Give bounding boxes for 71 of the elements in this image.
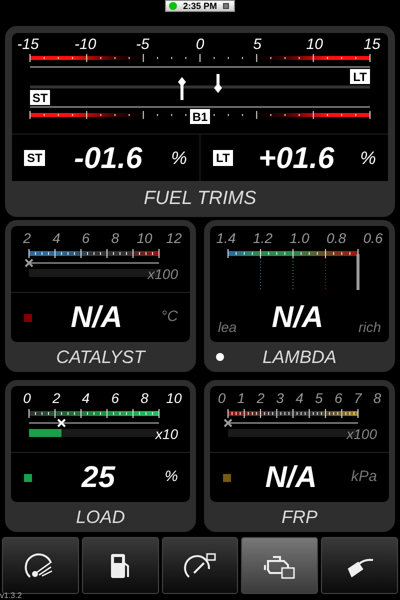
unit-label: °C: [161, 307, 178, 328]
scale-label: 5: [252, 36, 262, 54]
scale-label: 6: [80, 230, 91, 246]
lt-tag: LT: [350, 69, 370, 84]
scale-label: 12: [165, 230, 183, 246]
unit-label: %: [170, 146, 187, 170]
value-text: N/A: [270, 300, 324, 336]
scale-label: 8: [110, 230, 120, 246]
status-time: 2:35 PM: [183, 1, 218, 11]
scale-label: 4: [80, 390, 91, 406]
square-icon: [223, 3, 230, 9]
scale-label: 6: [110, 390, 120, 406]
nav-tab[interactable]: [162, 537, 238, 594]
scale-label: 15: [362, 36, 382, 54]
rich-label: rich: [358, 318, 381, 337]
st-tag: ST: [30, 90, 50, 105]
scale-label: 2: [51, 390, 62, 406]
scale-label: 10: [136, 230, 154, 246]
marker-icon: [24, 258, 34, 268]
version-label: v1.3.2: [0, 591, 22, 600]
reading-value: -01.6: [72, 140, 144, 176]
value-text: 25: [80, 460, 116, 496]
scale-label: 0: [22, 390, 32, 406]
value-text: N/A: [264, 460, 318, 496]
reading-value: +01.6: [257, 140, 336, 176]
unit-label: %: [164, 467, 178, 488]
scale-label: 1: [236, 390, 246, 406]
gauge-title: LOAD: [74, 506, 126, 528]
scale-label: 5: [314, 390, 324, 406]
scale-label: 7: [352, 390, 363, 406]
multiplier-label: x100: [346, 426, 377, 442]
scale-label: 3: [275, 390, 285, 406]
scale-label: -5: [134, 36, 150, 54]
value-text: N/A: [70, 300, 124, 336]
scale-label: 0: [194, 36, 206, 54]
scale-label: -10: [73, 36, 98, 54]
reading-tag: ST: [24, 150, 46, 166]
scale-label: 8: [372, 390, 382, 406]
scale-label: 4: [51, 230, 62, 246]
scale-label: 0: [216, 390, 227, 406]
scale-label: -15: [16, 36, 40, 54]
gauge-title: CATALYST: [55, 346, 147, 368]
unit-label: kPa: [351, 467, 377, 488]
scale-label: 10: [305, 36, 324, 54]
scale-label: 1.2: [252, 230, 274, 246]
nav-tab[interactable]: [82, 537, 159, 594]
bank-tag: B1: [190, 109, 210, 124]
multiplier-label: x100: [148, 266, 178, 282]
nav-tab[interactable]: [241, 537, 318, 594]
gauge-screen-icon: [182, 550, 218, 580]
multiplier-label: x10: [155, 426, 178, 442]
scale-label: 4: [294, 390, 304, 406]
scale-label: 2: [22, 230, 32, 246]
scale-label: 0.8: [326, 230, 347, 246]
unit-label: %: [360, 146, 376, 170]
scale-label: 0.6: [362, 230, 384, 246]
nav-tab[interactable]: [321, 537, 398, 594]
lean-label: lea: [218, 318, 237, 337]
marker-icon: [57, 418, 66, 428]
scale-label: 1.4: [215, 230, 237, 246]
nav-tab[interactable]: [2, 537, 79, 594]
scale-label: 8: [140, 390, 150, 406]
scale-label: 6: [333, 390, 344, 406]
panel-title: FUEL TRIMS: [142, 187, 258, 211]
gauge-title: LAMBDA: [261, 346, 338, 368]
scale-label: 2: [256, 390, 266, 406]
scale-label: 10: [165, 390, 183, 406]
scale-label: 1.0: [288, 230, 310, 246]
gauge-title: FRP: [280, 506, 318, 528]
reading-tag: LT: [213, 150, 233, 166]
marker-icon: [224, 418, 232, 428]
